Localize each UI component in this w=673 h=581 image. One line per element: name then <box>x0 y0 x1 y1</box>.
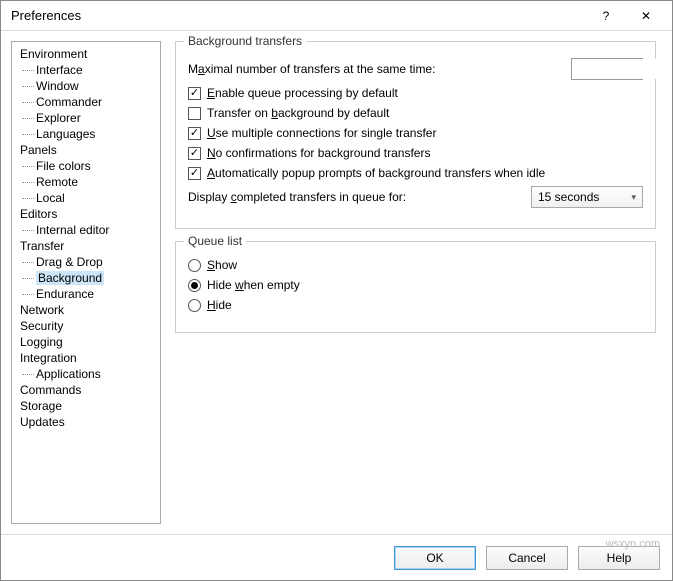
tree-item-commander[interactable]: Commander <box>14 94 158 110</box>
tree-item-applications[interactable]: Applications <box>14 366 158 382</box>
tree-item-explorer[interactable]: Explorer <box>14 110 158 126</box>
queue-hide-when-empty-row[interactable]: Hide when empty <box>188 278 643 292</box>
tree-item-updates[interactable]: Updates <box>14 414 158 430</box>
multi-conn-label: Use multiple connections for single tran… <box>207 126 436 140</box>
preferences-dialog: Preferences ? ✕ EnvironmentInterfaceWind… <box>0 0 673 581</box>
max-transfers-input[interactable] <box>572 59 672 79</box>
enable-queue-row[interactable]: Enable queue processing by default <box>188 86 643 100</box>
no-confirm-checkbox[interactable] <box>188 147 201 160</box>
queue-show-label: Show <box>207 258 237 272</box>
tree-item-remote[interactable]: Remote <box>14 174 158 190</box>
ok-button[interactable]: OK <box>394 546 476 570</box>
tree-item-storage[interactable]: Storage <box>14 398 158 414</box>
nav-tree[interactable]: EnvironmentInterfaceWindowCommanderExplo… <box>11 41 161 524</box>
no-confirm-label: No confirmations for background transfer… <box>207 146 430 160</box>
transfer-background-label: Transfer on background by default <box>207 106 389 120</box>
content-pane: Background transfers Maximal number of t… <box>169 41 662 524</box>
auto-popup-row[interactable]: Automatically popup prompts of backgroun… <box>188 166 643 180</box>
transfer-background-checkbox[interactable] <box>188 107 201 120</box>
tree-item-network[interactable]: Network <box>14 302 158 318</box>
tree-item-internal-editor[interactable]: Internal editor <box>14 222 158 238</box>
tree-item-background[interactable]: Background <box>14 270 158 286</box>
queue-show-row[interactable]: Show <box>188 258 643 272</box>
group-legend: Queue list <box>184 234 246 248</box>
queue-show-radio[interactable] <box>188 259 201 272</box>
watermark: wsxyn.com <box>606 538 660 550</box>
tree-item-drag-drop[interactable]: Drag & Drop <box>14 254 158 270</box>
dialog-footer: OK Cancel Help <box>1 534 672 580</box>
tree-item-local[interactable]: Local <box>14 190 158 206</box>
queue-hide-row[interactable]: Hide <box>188 298 643 312</box>
dialog-body: EnvironmentInterfaceWindowCommanderExplo… <box>1 31 672 534</box>
auto-popup-label: Automatically popup prompts of backgroun… <box>207 166 545 180</box>
auto-popup-checkbox[interactable] <box>188 167 201 180</box>
queue-hide-when-empty-label: Hide when empty <box>207 278 300 292</box>
queue-hide-radio[interactable] <box>188 299 201 312</box>
tree-item-commands[interactable]: Commands <box>14 382 158 398</box>
max-transfers-label: Maximal number of transfers at the same … <box>188 62 571 76</box>
enable-queue-checkbox[interactable] <box>188 87 201 100</box>
tree-item-panels[interactable]: Panels <box>14 142 158 158</box>
tree-item-logging[interactable]: Logging <box>14 334 158 350</box>
cancel-button[interactable]: Cancel <box>486 546 568 570</box>
display-completed-select[interactable]: 15 seconds ▾ <box>531 186 643 208</box>
tree-item-editors[interactable]: Editors <box>14 206 158 222</box>
help-titlebar-button[interactable]: ? <box>586 2 626 30</box>
enable-queue-label: Enable queue processing by default <box>207 86 398 100</box>
tree-item-interface[interactable]: Interface <box>14 62 158 78</box>
select-value: 15 seconds <box>538 190 599 204</box>
max-transfers-spinner[interactable]: ▲ ▼ <box>571 58 643 80</box>
close-titlebar-button[interactable]: ✕ <box>626 2 666 30</box>
multi-conn-row[interactable]: Use multiple connections for single tran… <box>188 126 643 140</box>
queue-list-group: Queue list Show Hide when empty Hide <box>175 241 656 333</box>
display-completed-label: Display completed transfers in queue for… <box>188 190 531 204</box>
multi-conn-checkbox[interactable] <box>188 127 201 140</box>
transfer-background-row[interactable]: Transfer on background by default <box>188 106 643 120</box>
window-title: Preferences <box>11 8 586 23</box>
queue-hide-label: Hide <box>207 298 232 312</box>
display-completed-row: Display completed transfers in queue for… <box>188 186 643 208</box>
close-icon: ✕ <box>641 9 651 23</box>
question-icon: ? <box>603 9 610 23</box>
tree-item-window[interactable]: Window <box>14 78 158 94</box>
chevron-down-icon: ▾ <box>631 192 636 203</box>
titlebar: Preferences ? ✕ <box>1 1 672 31</box>
background-transfers-group: Background transfers Maximal number of t… <box>175 41 656 229</box>
tree-item-integration[interactable]: Integration <box>14 350 158 366</box>
max-transfers-row: Maximal number of transfers at the same … <box>188 58 643 80</box>
queue-hide-when-empty-radio[interactable] <box>188 279 201 292</box>
tree-item-security[interactable]: Security <box>14 318 158 334</box>
tree-item-transfer[interactable]: Transfer <box>14 238 158 254</box>
tree-item-endurance[interactable]: Endurance <box>14 286 158 302</box>
no-confirm-row[interactable]: No confirmations for background transfer… <box>188 146 643 160</box>
group-legend: Background transfers <box>184 34 306 48</box>
tree-item-environment[interactable]: Environment <box>14 46 158 62</box>
tree-item-languages[interactable]: Languages <box>14 126 158 142</box>
tree-item-file-colors[interactable]: File colors <box>14 158 158 174</box>
